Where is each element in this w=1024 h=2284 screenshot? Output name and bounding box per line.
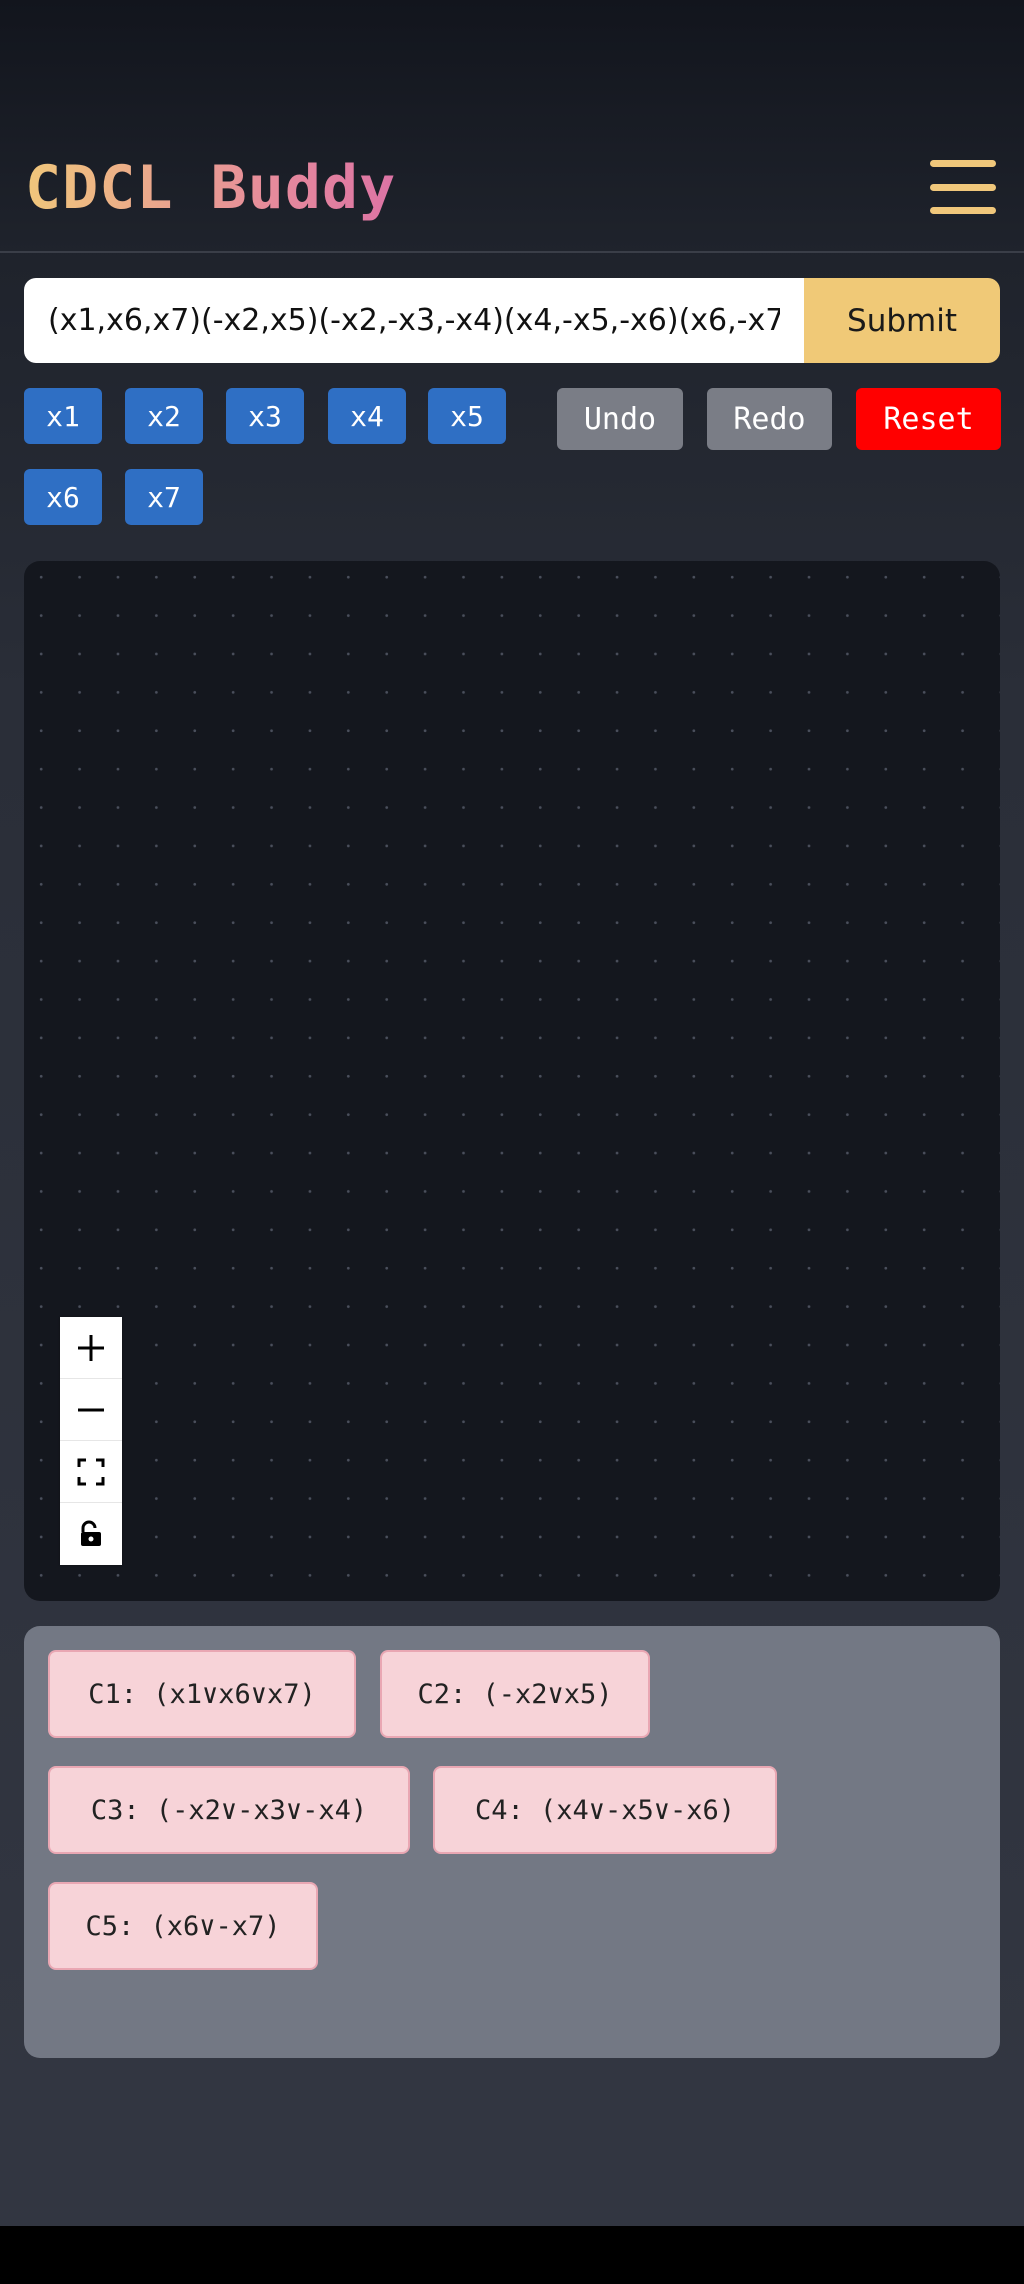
hamburger-icon [930, 160, 996, 167]
submit-button[interactable]: Submit [804, 278, 1000, 363]
fit-view-button[interactable] [60, 1441, 122, 1503]
undo-button[interactable]: Undo [557, 388, 683, 450]
variable-button-x7[interactable]: x7 [125, 469, 203, 525]
toggle-lock-button[interactable] [60, 1503, 122, 1565]
unlock-icon [81, 1520, 101, 1546]
clause-c2[interactable]: C2: (-x2∨x5) [380, 1650, 650, 1738]
variable-button-x4[interactable]: x4 [328, 388, 406, 444]
zoom-in-button[interactable] [60, 1317, 122, 1379]
variable-button-x3[interactable]: x3 [226, 388, 304, 444]
fit-view-icon [77, 1458, 105, 1485]
zoom-out-button[interactable] [60, 1379, 122, 1441]
reset-button[interactable]: Reset [856, 388, 1001, 450]
graph-canvas[interactable] [24, 561, 1000, 1601]
redo-button[interactable]: Redo [707, 388, 832, 450]
clause-c5[interactable]: C5: (x6∨-x7) [48, 1882, 318, 1970]
variable-button-x6[interactable]: x6 [24, 469, 102, 525]
app-title: CDCL Buddy [25, 148, 396, 228]
variable-button-x5[interactable]: x5 [428, 388, 506, 444]
app-header: CDCL Buddy [0, 0, 1024, 253]
clause-c3[interactable]: C3: (-x2∨-x3∨-x4) [48, 1766, 410, 1854]
variable-button-x2[interactable]: x2 [125, 388, 203, 444]
hamburger-menu-button[interactable] [930, 160, 996, 214]
clause-c1[interactable]: C1: (x1∨x6∨x7) [48, 1650, 356, 1738]
plus-icon [78, 1334, 104, 1361]
minus-icon [78, 1408, 104, 1411]
clause-panel: C1: (x1∨x6∨x7) C2: (-x2∨x5) C3: (-x2∨-x3… [24, 1626, 1000, 2058]
variable-button-x1[interactable]: x1 [24, 388, 102, 444]
zoom-controls [60, 1317, 122, 1565]
clause-c4[interactable]: C4: (x4∨-x5∨-x6) [433, 1766, 777, 1854]
formula-input[interactable] [24, 278, 804, 363]
formula-input-row: Submit [24, 278, 1000, 363]
system-navigation-bar [0, 2226, 1024, 2284]
